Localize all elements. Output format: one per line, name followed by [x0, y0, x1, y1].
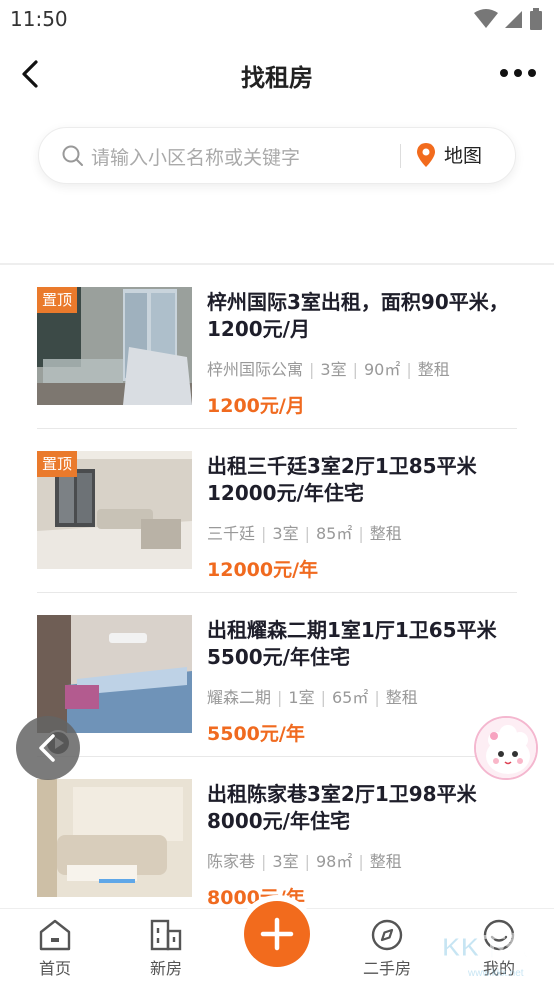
mascot-face-icon — [476, 718, 536, 778]
listing-rooms: 3室 — [272, 524, 299, 543]
svg-text:KK下载: KK下载 — [442, 932, 532, 962]
listing-meta: 梓州国际公寓 | 3室 | 90㎡ | 整租 — [207, 360, 450, 379]
listing-price: 1200元/月 — [207, 395, 305, 417]
listing-meta: 耀森二期 | 1室 | 65㎡ | 整租 — [207, 688, 418, 707]
status-bar: 11:50 — [0, 0, 554, 38]
tab-second-hand[interactable]: 二手房 — [342, 919, 432, 979]
listing-divider — [37, 592, 517, 593]
listing-meta: 陈家巷 | 3室 | 98㎡ | 整租 — [207, 852, 402, 871]
listing-title: 出租耀森二期1室1厅1卫65平米5500元/年住宅 — [207, 618, 497, 669]
listing-area: 85㎡ — [315, 524, 353, 543]
listing-community: 陈家巷 — [207, 852, 256, 871]
listing-rooms: 3室 — [272, 852, 299, 871]
signal-icon — [505, 11, 522, 28]
status-icons — [474, 8, 542, 30]
listing-item[interactable]: 置顶 梓州国际3室出租，面积90平米，1200元/月 梓州国际公寓 | 3室 | 90㎡… — [37, 287, 517, 433]
search-icon — [62, 145, 83, 166]
listing-rooms: 3室 — [320, 360, 347, 379]
floating-back-button[interactable] — [16, 716, 80, 780]
section-divider — [0, 263, 554, 265]
listing-area: 98㎡ — [315, 852, 353, 871]
search-input[interactable]: 请输入小区名称或关键字 — [91, 143, 300, 170]
listing-price: 5500元/年 — [207, 723, 305, 745]
listing-area: 65㎡ — [331, 688, 369, 707]
plus-icon — [260, 917, 294, 951]
tab-new-house[interactable]: 新房 — [121, 919, 211, 979]
listing-item[interactable]: 置顶 出租三千廷3室2厅1卫85平米12000元/年住宅 三千廷 | 3室 | 85㎡ |… — [37, 451, 517, 597]
listing-divider — [37, 428, 517, 429]
listing-item[interactable]: 出租耀森二期1室1厅1卫65平米5500元/年住宅 耀森二期 | 1室 | 65㎡ | 整租… — [37, 615, 517, 761]
listing-title: 梓州国际3室出租，面积90平米，1200元/月 — [207, 290, 509, 341]
app-header: 找租房 — [0, 44, 554, 106]
home-icon — [39, 919, 71, 951]
status-time: 11:50 — [10, 7, 68, 31]
listing-area: 90㎡ — [363, 360, 401, 379]
tab-new-house-label: 新房 — [149, 959, 182, 978]
top-pin-badge: 置顶 — [37, 287, 78, 313]
search-divider — [400, 144, 401, 168]
assistant-mascot-button[interactable] — [474, 716, 538, 780]
listing-title: 出租三千廷3室2厅1卫85平米12000元/年住宅 — [207, 454, 477, 505]
listing-community: 梓州国际公寓 — [207, 360, 304, 379]
listing-community: 耀森二期 — [207, 688, 272, 707]
listing-photo — [37, 779, 192, 897]
listing-type: 整租 — [369, 524, 402, 543]
map-label: 地图 — [444, 145, 483, 167]
tab-second-hand-label: 二手房 — [362, 959, 411, 978]
top-pin-badge: 置顶 — [37, 451, 78, 477]
listing-type: 整租 — [369, 852, 402, 871]
map-button[interactable]: 地图 — [416, 141, 482, 168]
listing-community: 三千廷 — [207, 524, 256, 543]
tab-home[interactable]: 首页 — [10, 919, 100, 979]
wifi-icon — [474, 9, 498, 28]
more-options-icon[interactable] — [498, 58, 538, 88]
building-icon — [150, 919, 182, 951]
watermark-logo: KK下载 www.kkx.net — [438, 926, 554, 984]
chevron-left-icon — [39, 734, 55, 762]
listing-title: 出租陈家巷3室2厅1卫98平米8000元/年住宅 — [207, 782, 477, 833]
post-listing-button[interactable] — [244, 901, 310, 967]
listing-price: 12000元/年 — [207, 559, 319, 581]
tab-home-label: 首页 — [38, 959, 71, 978]
listing-type: 整租 — [385, 688, 418, 707]
listing-rooms: 1室 — [288, 688, 315, 707]
compass-icon — [371, 919, 403, 951]
search-bar[interactable]: 请输入小区名称或关键字 地图 — [38, 127, 516, 184]
listing-meta: 三千廷 | 3室 | 85㎡ | 整租 — [207, 524, 402, 543]
svg-text:www.kkx.net: www.kkx.net — [467, 968, 524, 979]
listing-divider — [37, 756, 517, 757]
location-pin-icon — [417, 142, 435, 167]
page-title: 找租房 — [241, 64, 313, 92]
battery-icon — [530, 8, 542, 30]
listing-type: 整租 — [417, 360, 450, 379]
